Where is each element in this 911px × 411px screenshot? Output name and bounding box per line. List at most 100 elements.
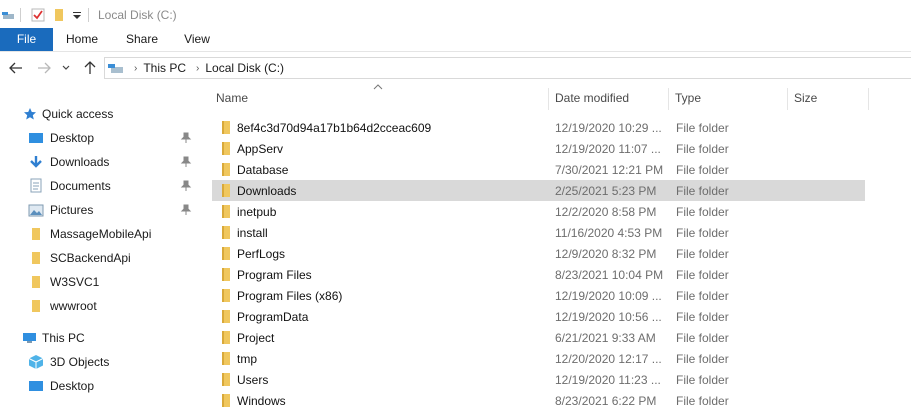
- sidebar-item-label: SCBackendApi: [50, 251, 131, 265]
- window-title: Local Disk (C:): [98, 8, 177, 22]
- file-date-modified: 2/25/2021 5:23 PM: [555, 183, 657, 198]
- file-row[interactable]: tmp 12/20/2020 12:17 ... File folder: [212, 348, 865, 369]
- file-name: PerfLogs: [237, 246, 286, 261]
- folder-icon: [222, 184, 230, 197]
- folder-icon: [222, 142, 230, 155]
- file-type: File folder: [676, 351, 729, 366]
- folder-icon: [222, 226, 230, 239]
- pin-icon[interactable]: [180, 156, 192, 168]
- folder-icon: [222, 121, 230, 134]
- file-row[interactable]: Program Files 8/23/2021 10:04 PM File fold…: [212, 264, 865, 285]
- sidebar-item-quick-access[interactable]: Quick access: [22, 104, 113, 124]
- breadcrumb-this-pc[interactable]: This PC: [143, 61, 186, 75]
- file-type: File folder: [676, 309, 729, 324]
- pin-icon[interactable]: [180, 132, 192, 144]
- sidebar-item-documents[interactable]: Documents: [28, 176, 111, 196]
- tab-home[interactable]: Home: [66, 28, 98, 51]
- documents-icon: [28, 178, 44, 194]
- ribbon-tabs: File Home Share View: [0, 28, 911, 52]
- column-header-type[interactable]: Type: [675, 84, 701, 112]
- file-date-modified: 11/16/2020 4:53 PM: [555, 225, 663, 240]
- file-name: Program Files: [237, 267, 312, 282]
- back-button[interactable]: [8, 60, 24, 76]
- sidebar-item-this-pc[interactable]: This PC: [22, 328, 85, 348]
- customize-toolbar-icon[interactable]: [73, 7, 81, 23]
- sidebar-item-pc-desktop[interactable]: Desktop: [28, 376, 94, 396]
- file-row[interactable]: ProgramData 12/19/2020 10:56 ... File fold…: [212, 306, 865, 327]
- tab-share[interactable]: Share: [126, 28, 158, 51]
- sidebar-item-pictures[interactable]: Pictures: [28, 200, 93, 220]
- sidebar-item-w3svc1[interactable]: W3SVC1: [28, 272, 99, 292]
- column-header-name[interactable]: Name: [216, 84, 248, 112]
- sidebar-item-label: wwwroot: [50, 299, 97, 313]
- file-name: Downloads: [237, 183, 297, 198]
- this-pc-icon: [22, 330, 38, 346]
- sidebar-item-label: Pictures: [50, 203, 94, 217]
- file-name: tmp: [237, 351, 258, 366]
- file-row[interactable]: PerfLogs 12/9/2020 8:32 PM File folder: [212, 243, 865, 264]
- column-header-date-modified[interactable]: Date modified: [555, 84, 629, 112]
- file-date-modified: 12/19/2020 11:07 ...: [555, 141, 661, 156]
- file-row[interactable]: 8ef4c3d70d94a17b1b64d2cceac609 12/19/2020…: [212, 117, 865, 138]
- sidebar-item-label: Quick access: [42, 107, 114, 121]
- up-button[interactable]: [82, 60, 98, 76]
- sidebar-item-label: MassageMobileApi: [50, 227, 152, 241]
- pictures-icon: [28, 202, 44, 218]
- folder-icon: [222, 394, 230, 407]
- folder-icon: [222, 247, 230, 260]
- sidebar-item-label: Desktop: [50, 131, 95, 145]
- sidebar-item-label: This PC: [42, 331, 85, 345]
- tab-view[interactable]: View: [184, 28, 210, 51]
- sidebar-item-massagemobileapi[interactable]: MassageMobileApi: [28, 224, 151, 244]
- file-row[interactable]: Database 7/30/2021 12:21 PM File folder: [212, 159, 865, 180]
- breadcrumb-local-disk[interactable]: Local Disk (C:): [205, 61, 284, 75]
- breadcrumb-separator: ›: [134, 62, 138, 74]
- file-type: File folder: [676, 288, 729, 303]
- sidebar-item-label: W3SVC1: [50, 275, 100, 289]
- file-row[interactable]: Users 12/19/2020 11:23 ... File folder: [212, 369, 865, 390]
- folder-icon: [222, 352, 230, 365]
- back-arrow-icon: [9, 62, 22, 74]
- sidebar-item-downloads[interactable]: Downloads: [28, 152, 109, 172]
- pin-icon[interactable]: [180, 204, 192, 216]
- file-row[interactable]: install 11/16/2020 4:53 PM File folder: [212, 222, 865, 243]
- file-type: File folder: [676, 267, 729, 282]
- file-row[interactable]: AppServ 12/19/2020 11:07 ... File folder: [212, 138, 865, 159]
- forward-button[interactable]: [36, 60, 52, 76]
- folder-icon: [222, 331, 230, 344]
- this-pc-icon: [108, 61, 124, 75]
- sidebar-item-desktop[interactable]: Desktop: [28, 128, 94, 148]
- address-bar[interactable]: › This PC › Local Disk (C:): [104, 57, 911, 79]
- file-name: inetpub: [237, 204, 277, 219]
- drive-icon[interactable]: [2, 7, 16, 23]
- new-folder-icon[interactable]: [53, 7, 65, 23]
- file-type: File folder: [676, 225, 729, 240]
- tab-file[interactable]: File: [0, 28, 53, 51]
- file-type: File folder: [676, 204, 729, 219]
- column-header-size[interactable]: Size: [794, 84, 817, 112]
- file-row[interactable]: inetpub 12/2/2020 8:58 PM File folder: [212, 201, 865, 222]
- folder-icon: [222, 310, 230, 323]
- folder-icon: [222, 268, 230, 281]
- downloads-icon: [28, 154, 44, 170]
- folder-icon: [222, 205, 230, 218]
- sidebar-item-wwwroot[interactable]: wwwroot: [28, 296, 97, 316]
- file-name: install: [237, 225, 268, 240]
- sidebar-item-label: 3D Objects: [50, 355, 110, 369]
- file-date-modified: 6/21/2021 9:33 AM: [555, 330, 656, 345]
- file-date-modified: 12/19/2020 10:56 ...: [555, 309, 662, 324]
- file-row[interactable]: Downloads 2/25/2021 5:23 PM File folder: [212, 180, 865, 201]
- file-list: Name Date modified Type Size 8ef4c3d70d9…: [212, 84, 911, 408]
- recent-locations-button[interactable]: [61, 60, 71, 76]
- file-row[interactable]: Project 6/21/2021 9:33 AM File folder: [212, 327, 865, 348]
- folder-icon: [222, 163, 230, 176]
- pin-icon[interactable]: [180, 180, 192, 192]
- file-name: Users: [237, 372, 269, 387]
- file-date-modified: 12/19/2020 10:29 ...: [555, 120, 662, 135]
- sidebar-item-3d-objects[interactable]: 3D Objects: [28, 352, 109, 372]
- desktop-icon: [28, 378, 44, 394]
- sidebar-item-label: Documents: [50, 179, 111, 193]
- sidebar-item-scbackendapi[interactable]: SCBackendApi: [28, 248, 131, 268]
- properties-icon[interactable]: [31, 7, 45, 23]
- file-row[interactable]: Program Files (x86) 12/19/2020 10:09 ... F…: [212, 285, 865, 306]
